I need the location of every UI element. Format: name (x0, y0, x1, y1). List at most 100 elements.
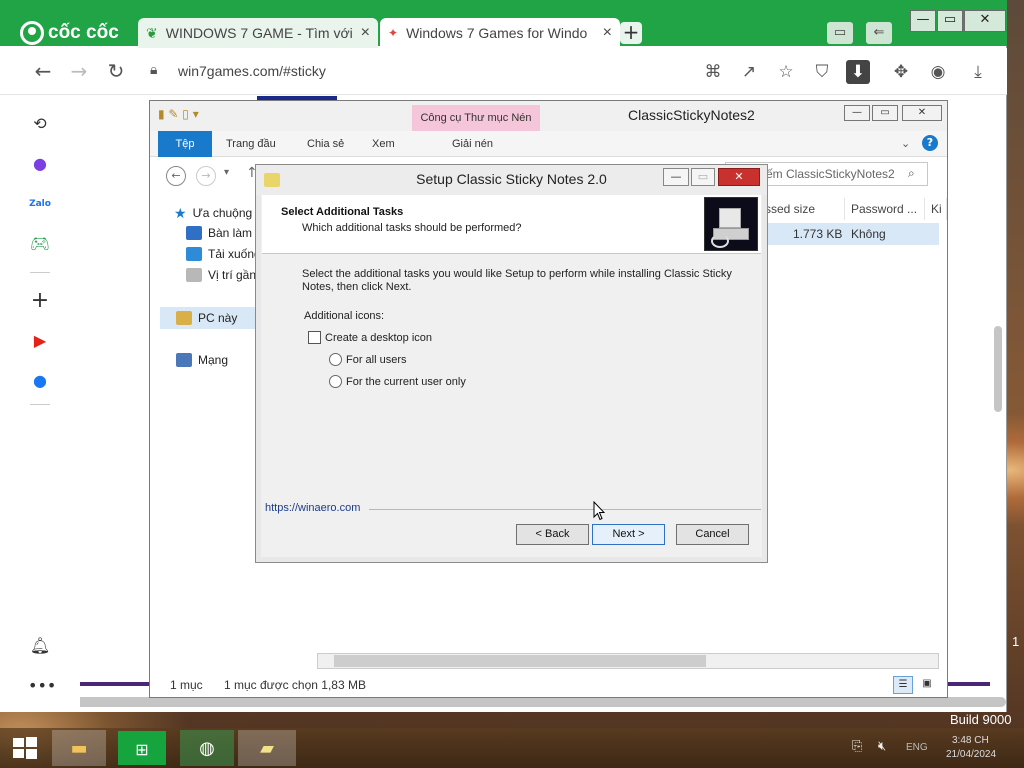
file-explorer-taskbar-button[interactable]: ▬ (52, 730, 106, 766)
explorer-close-button[interactable]: ✕ (902, 105, 942, 121)
status-selected: 1 mục được chọn 1,83 MB (224, 678, 366, 692)
pc-icon (176, 311, 192, 325)
nav-network[interactable]: Mạng (176, 350, 228, 370)
current-user-radio[interactable] (329, 375, 342, 388)
translate-icon[interactable]: ⌘ (701, 60, 725, 84)
search-icon[interactable]: ⌕ (908, 166, 915, 181)
details-view-icon[interactable]: ☰ (893, 676, 913, 694)
back-arrow-box-icon[interactable]: ⇐ (866, 22, 892, 44)
sticky-notes-taskbar-button[interactable]: ▰ (238, 730, 296, 766)
download-active-icon[interactable]: ⬇ (846, 60, 870, 84)
desktop-icon (186, 226, 202, 240)
sidebar-divider (30, 272, 50, 273)
tab-extract[interactable]: Giải nén (438, 131, 507, 157)
network-tray-icon[interactable]: ⎘ (852, 739, 862, 752)
explorer-hscroll[interactable] (317, 653, 939, 669)
bookmark-star-icon[interactable]: ☆ (774, 60, 798, 84)
profile-icon[interactable]: ◉ (926, 60, 950, 84)
bottom-divider (369, 509, 761, 510)
recent-places-icon (186, 268, 202, 282)
language-indicator[interactable]: ENG (906, 742, 928, 754)
ribbon-expand-icon[interactable]: ⌄ (901, 137, 910, 150)
help-icon[interactable]: ? (922, 135, 938, 151)
minimize-button[interactable]: — (910, 10, 936, 32)
mouse-cursor-icon (593, 501, 605, 521)
all-users-radio[interactable] (329, 353, 342, 366)
store-taskbar-button[interactable]: ⊞ (118, 731, 166, 765)
winaero-link[interactable]: https://winaero.com (265, 502, 360, 514)
new-tab-button[interactable]: + (620, 22, 642, 44)
clock-time[interactable]: 3:48 CH (952, 735, 989, 747)
nav-label: Ưa chuộng (192, 206, 253, 220)
scroll-thumb[interactable] (334, 655, 706, 667)
back-button[interactable]: < Back (516, 524, 589, 545)
nav-this-pc[interactable]: PC này (176, 308, 237, 328)
compressed-tools-tab[interactable]: Công cụ Thư mục Nén (412, 105, 540, 133)
vertical-scrollbar[interactable] (994, 326, 1002, 412)
column-kind[interactable]: Ki (925, 198, 947, 220)
dialog-minimize-button[interactable]: — (663, 168, 689, 186)
nav-quick-access[interactable]: ★ Ưa chuộng (174, 203, 252, 223)
desktop-icon-checkbox[interactable] (308, 331, 321, 344)
facebook-icon[interactable]: ● (28, 369, 52, 393)
column-password[interactable]: Password ... (845, 198, 925, 220)
large-icons-view-icon[interactable]: ▣ (917, 676, 937, 694)
gamepad-icon[interactable]: 🎮︎ (28, 232, 52, 256)
explorer-minimize-button[interactable]: — (844, 105, 870, 121)
desktop-icon-checkbox-label[interactable]: Create a desktop icon (325, 332, 432, 344)
next-button[interactable]: Next > (592, 524, 665, 545)
download-icon[interactable]: ⤓ (966, 60, 990, 84)
explorer-maximize-button[interactable]: ▭ (872, 105, 898, 121)
maximize-button[interactable]: ▭ (937, 10, 963, 32)
dialog-close-button[interactable]: ✕ (718, 168, 760, 186)
coccoc-taskbar-button[interactable]: ◍ (180, 730, 234, 766)
share-icon[interactable]: ↗ (737, 60, 761, 84)
youtube-icon[interactable]: ▶ (28, 329, 52, 353)
browser-logo[interactable]: cốc cốc (20, 19, 130, 47)
explorer-titlebar (150, 101, 947, 131)
recent-locations-icon[interactable]: ▾ (224, 167, 229, 178)
tab-share[interactable]: Chia sẻ (293, 131, 358, 157)
clock-date[interactable]: 21/04/2024 (946, 749, 996, 761)
explorer-back-icon[interactable]: ← (166, 166, 186, 186)
tab-home[interactable]: Trang đầu (212, 131, 290, 157)
column-compressed-size[interactable]: ssed size (759, 198, 845, 220)
more-icon[interactable]: ••• (28, 674, 56, 698)
tab-search-icon[interactable]: ▭ (827, 22, 853, 44)
horizontal-scrollbar[interactable] (66, 697, 1006, 707)
extensions-icon[interactable]: ✥ (889, 60, 913, 84)
quick-access-toolbar-icon[interactable]: ▮ ✎ ▯ ▾ (158, 107, 238, 125)
shield-icon[interactable]: ⛉ (810, 60, 834, 84)
setup-dialog: Setup Classic Sticky Notes 2.0 — ▭ ✕ Sel… (255, 164, 768, 563)
tab-file[interactable]: Tệp (158, 131, 212, 157)
notification-bell-icon[interactable]: 🔔︎ (28, 634, 52, 658)
tab-close-icon[interactable]: × (603, 24, 612, 42)
history-icon[interactable]: ⟲ (28, 112, 52, 136)
back-icon[interactable]: ← (30, 58, 56, 84)
lock-icon[interactable]: 🔒︎ (150, 62, 166, 80)
tab-windows7-games[interactable]: ✦ Windows 7 Games for Windo × (380, 18, 620, 48)
nav-downloads[interactable]: Tải xuống (186, 244, 261, 264)
desktop-text-fragment: 1 (1012, 634, 1020, 649)
url-field[interactable]: win7games.com/#sticky (178, 60, 326, 82)
dialog-maximize-button[interactable]: ▭ (691, 168, 715, 186)
current-user-radio-label[interactable]: For the current user only (346, 376, 466, 388)
nav-desktop[interactable]: Bàn làm v (186, 223, 261, 243)
all-users-radio-label[interactable]: For all users (346, 354, 407, 366)
file-password-cell: Không (851, 227, 886, 241)
close-button[interactable]: ✕ (964, 10, 1006, 32)
star-icon: ★ (174, 205, 187, 221)
add-icon[interactable]: + (28, 289, 52, 313)
start-button[interactable] (0, 729, 50, 767)
nav-recent[interactable]: Vị trí gần (186, 265, 256, 285)
zalo-icon[interactable]: Zalo (28, 192, 52, 216)
tab-close-icon[interactable]: × (361, 24, 370, 42)
messenger-icon[interactable]: ● (28, 152, 52, 176)
forward-icon[interactable]: → (66, 58, 92, 84)
tab-windows7-game-search[interactable]: ❦ WINDOWS 7 GAME - Tìm với × (138, 18, 378, 48)
reload-icon[interactable]: ↻ (103, 58, 129, 84)
cancel-button[interactable]: Cancel (676, 524, 749, 545)
tab-view[interactable]: Xem (358, 131, 409, 157)
explorer-forward-icon[interactable]: → (196, 166, 216, 186)
volume-muted-icon[interactable]: 🔇︎ (878, 739, 886, 752)
